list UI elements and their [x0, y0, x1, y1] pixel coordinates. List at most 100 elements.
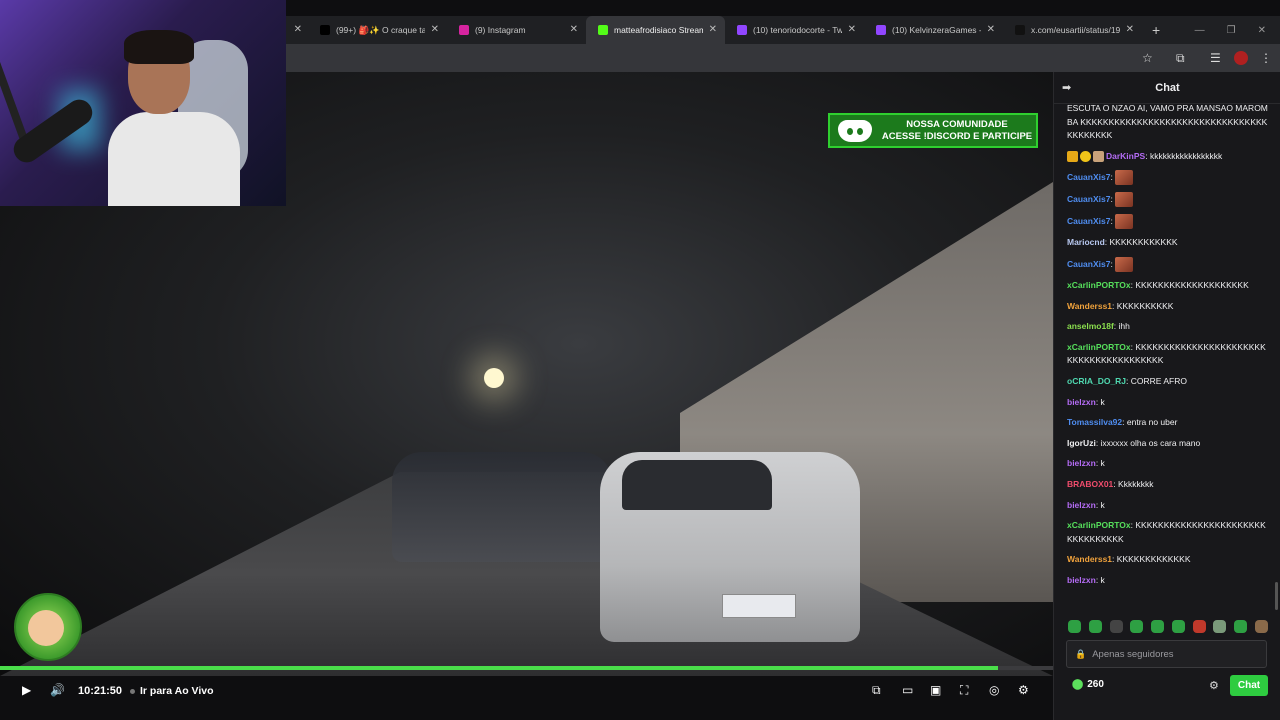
browser-tab[interactable]: matteafrodisiaco Stream ✕ — [586, 16, 725, 44]
chat-username[interactable]: Mariocnd — [1067, 237, 1105, 247]
close-tab-icon[interactable]: ✕ — [848, 24, 856, 36]
emote-picker-icon[interactable] — [1254, 619, 1268, 633]
settings-icon[interactable]: ⚙ — [1018, 682, 1029, 698]
pip-icon[interactable]: ⧉ — [872, 682, 881, 698]
kick-icon — [598, 25, 608, 35]
browser-tab[interactable]: (10) tenoriodocorte - Twi ✕ — [725, 16, 864, 44]
clip-icon[interactable]: ▭ — [902, 682, 913, 698]
close-tab-icon[interactable]: ✕ — [1126, 24, 1134, 36]
chat-username[interactable]: DarKinPS — [1106, 151, 1145, 161]
chat-username[interactable]: anselmo18f — [1067, 321, 1114, 331]
chat-message: IgorUzi: ixxxxxx olha os cara mano — [1067, 437, 1269, 451]
chat-footer: ⬤ 260 ⚙ Chat — [1054, 674, 1280, 698]
chat-username[interactable]: bielzxn — [1067, 397, 1096, 407]
bookmark-star-icon[interactable]: ☆ — [1142, 51, 1153, 65]
close-tab-icon[interactable]: ✕ — [294, 24, 302, 36]
extensions-icon[interactable]: ⧉ — [1176, 51, 1185, 65]
video-crowd — [392, 452, 612, 562]
chat-separator: : — [1095, 437, 1101, 448]
emote-picker-icon[interactable] — [1171, 619, 1185, 633]
twitch-icon — [737, 25, 747, 35]
emote-picker-icon[interactable] — [1109, 619, 1123, 633]
browser-tab[interactable]: (9) Instagram ✕ — [447, 16, 586, 44]
chat-username[interactable]: Wanderss1 — [1067, 554, 1112, 564]
go-live-button[interactable]: Ir para Ao Vivo — [130, 683, 214, 699]
chat-message-text: kkkkkkkkkkkkkkkkk — [1149, 150, 1223, 161]
chat-username[interactable]: CauanXis7 — [1067, 216, 1110, 226]
close-window-icon[interactable]: ✕ — [1258, 25, 1266, 36]
chat-message-text: KKKKKKKKKKKKKKKKKKKK — [1135, 279, 1249, 290]
webcam-person-body — [108, 112, 240, 206]
media-control-icon[interactable]: ☰ — [1210, 51, 1221, 65]
browser-tab-label: (10) KelvinzeraGames - Tu — [892, 25, 981, 35]
chat-username[interactable]: Tomassilva92 — [1067, 417, 1122, 427]
chat-settings-icon[interactable]: ⚙ — [1209, 679, 1219, 692]
chat-username[interactable]: Wanderss1 — [1067, 301, 1112, 311]
chat-message: bielzxn: k — [1067, 499, 1269, 513]
chat-message: ESCUTA O NZAO AI, VAMO PRA MANSAO MAROMB… — [1067, 102, 1269, 143]
emote-picker-icon[interactable] — [1068, 619, 1081, 633]
emote-picker-icon[interactable] — [1130, 619, 1144, 633]
new-tab-button[interactable]: + — [1152, 22, 1160, 38]
seek-bar[interactable] — [0, 666, 1053, 670]
chat-header: ➡ Chat — [1054, 72, 1280, 104]
chat-message-text: k — [1100, 396, 1105, 407]
chat-emote-icon — [1115, 214, 1134, 230]
profile-avatar[interactable] — [1234, 51, 1248, 65]
browser-toolbar: ☆ ⧉ ☰ ⋮ — [286, 44, 1280, 72]
browser-tab[interactable]: (99+) 🎒✨ O craque tam ✕ — [308, 16, 447, 44]
chat-username[interactable]: xCarlinPORTOx — [1067, 342, 1131, 352]
chat-message: CauanXis7: — [1067, 192, 1269, 208]
chat-username[interactable]: bielzxn — [1067, 500, 1096, 510]
play-icon[interactable]: ▶ — [22, 682, 31, 698]
chat-username[interactable]: bielzxn — [1067, 458, 1096, 468]
chat-message-text: CORRE AFRO — [1130, 375, 1187, 386]
browser-tab[interactable]: (10) KelvinzeraGames - Tu ✕ — [864, 16, 1003, 44]
close-tab-icon[interactable]: ✕ — [431, 24, 439, 36]
chat-username[interactable]: oCRIA_DO_RJ — [1067, 376, 1126, 386]
chat-username[interactable]: BRABOX01 — [1067, 479, 1113, 489]
emote-picker-icon[interactable] — [1192, 619, 1206, 633]
discord-line-1: NOSSA COMUNIDADE — [906, 118, 1008, 130]
speed-icon[interactable]: ◎ — [989, 682, 999, 698]
browser-tab-label: matteafrodisiaco Stream — [614, 25, 703, 35]
chat-messages: ESCUTA O NZAO AI, VAMO PRA MANSAO MAROMB… — [1054, 102, 1280, 610]
chat-scrollbar[interactable] — [1275, 582, 1278, 610]
emote-picker-icon[interactable] — [1151, 619, 1165, 633]
chat-username[interactable]: CauanXis7 — [1067, 194, 1110, 204]
chat-message-text: ihh — [1118, 321, 1130, 332]
browser-tab-label: (99+) 🎒✨ O craque tam — [336, 24, 425, 35]
emote-picker-icon[interactable] — [1234, 619, 1248, 633]
subscriber-badge-icon — [1067, 151, 1078, 163]
close-tab-icon[interactable]: ✕ — [987, 24, 995, 36]
chat-emote-icon — [1115, 256, 1134, 272]
emote-picker-icon[interactable] — [1088, 619, 1102, 633]
discord-banner-text: NOSSA COMUNIDADE ACESSE !DISCORD E PARTI… — [878, 119, 1036, 143]
theater-mode-icon[interactable]: ▣ — [930, 682, 941, 698]
chat-message: bielzxn: k — [1067, 396, 1269, 410]
chat-send-button[interactable]: Chat — [1230, 675, 1268, 696]
chat-username[interactable]: IgorUzi — [1067, 438, 1096, 448]
minimize-icon[interactable]: — — [1195, 25, 1205, 36]
browser-menu-icon[interactable]: ⋮ — [1260, 51, 1272, 65]
chat-username[interactable]: xCarlinPORTOx — [1067, 520, 1131, 530]
fullscreen-icon[interactable]: ⛶ — [960, 682, 968, 698]
browser-tab[interactable]: ✕ — [286, 16, 308, 44]
chat-input[interactable]: 🔒 Apenas seguidores — [1066, 640, 1267, 668]
close-tab-icon[interactable]: ✕ — [570, 24, 578, 36]
collapse-chat-icon[interactable]: ➡ — [1062, 81, 1071, 94]
maximize-icon[interactable]: ❐ — [1227, 25, 1236, 36]
chat-username[interactable]: CauanXis7 — [1067, 172, 1110, 182]
chat-username[interactable]: CauanXis7 — [1067, 259, 1110, 269]
chat-username[interactable]: xCarlinPORTOx — [1067, 280, 1131, 290]
channel-points[interactable]: ⬤ 260 — [1072, 679, 1104, 690]
volume-icon[interactable]: 🔊 — [50, 682, 65, 698]
chat-username[interactable]: bielzxn — [1067, 575, 1096, 585]
emote-picker-icon[interactable] — [1213, 619, 1227, 633]
chat-separator: : — [1104, 237, 1110, 248]
close-tab-icon[interactable]: ✕ — [709, 24, 717, 36]
chat-message: Tomassilva92: entra no uber — [1067, 416, 1269, 430]
chat-title: Chat — [1155, 81, 1180, 94]
browser-tab[interactable]: x.com/eusartii/status/19 ✕ — [1003, 16, 1142, 44]
discord-banner: NOSSA COMUNIDADE ACESSE !DISCORD E PARTI… — [828, 113, 1038, 148]
